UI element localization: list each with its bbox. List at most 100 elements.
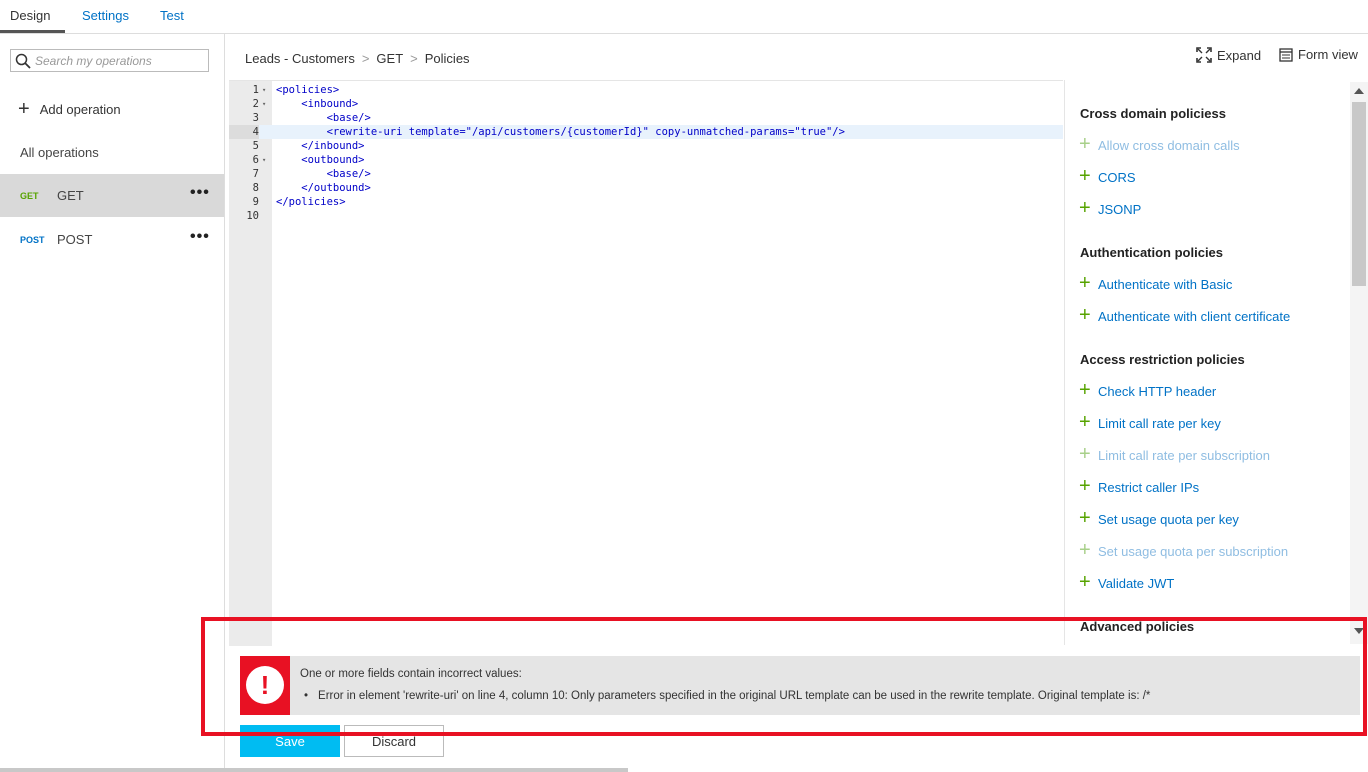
policy-panel-scrollbar[interactable] — [1350, 82, 1368, 644]
policy-restrict-caller-ips[interactable]: + Restrict caller IPs — [1079, 476, 1199, 496]
search-box — [10, 49, 209, 72]
fold-toggle-icon[interactable]: ▾ — [262, 97, 266, 111]
breadcrumb-operation[interactable]: GET — [376, 51, 403, 66]
add-operation-button[interactable]: + Add operation — [18, 99, 121, 119]
plus-icon: + — [1079, 475, 1091, 497]
operation-item-post[interactable]: POST POST ••• — [0, 218, 224, 261]
plus-icon: + — [1079, 165, 1091, 187]
tab-test[interactable]: Test — [160, 8, 184, 23]
line-number: 9 — [252, 196, 259, 208]
error-message: Error in element 'rewrite-uri' on line 4… — [304, 690, 1150, 702]
section-authentication: Authentication policies — [1080, 245, 1224, 260]
operation-name: GET — [57, 188, 84, 203]
line-number: 6 — [252, 154, 259, 166]
expand-icon — [1196, 47, 1212, 63]
policy-auth-basic[interactable]: + Authenticate with Basic — [1079, 273, 1232, 293]
more-options-icon[interactable]: ••• — [190, 229, 210, 245]
error-badge: ! — [240, 656, 290, 715]
section-access-restriction: Access restriction policies — [1080, 352, 1245, 367]
code-line[interactable]: 4 <rewrite-uri template="/api/customers/… — [229, 125, 1063, 139]
top-tabs: Design Settings Test — [0, 0, 1368, 34]
breadcrumb-api[interactable]: Leads - Customers — [245, 51, 355, 66]
code-line[interactable]: 5 </inbound> — [229, 139, 1063, 153]
policy-auth-client-cert[interactable]: + Authenticate with client certificate — [1079, 305, 1290, 325]
code-line[interactable]: 1 ▾ <policies> — [229, 83, 1063, 97]
fold-toggle-icon[interactable]: ▾ — [262, 83, 266, 97]
policy-limit-call-rate-key[interactable]: + Limit call rate per key — [1079, 412, 1221, 432]
tab-settings[interactable]: Settings — [82, 8, 129, 23]
line-number: 5 — [252, 140, 259, 152]
error-title: One or more fields contain incorrect val… — [300, 668, 522, 680]
code-line[interactable]: 9 </policies> — [229, 195, 1063, 209]
code-line[interactable]: 10 — [229, 209, 1063, 223]
policy-usage-quota-subscription: + Set usage quota per subscription — [1079, 539, 1289, 561]
code-line[interactable]: 6 ▾ <outbound> — [229, 153, 1063, 167]
editor-lines: 1 ▾ <policies> 2 ▾ <inbound> 3 <base/> 4 <rewr… — [229, 83, 1063, 223]
form-view-button[interactable]: Form view — [1279, 47, 1358, 62]
plus-icon: + — [1079, 571, 1091, 593]
plus-icon: + — [1079, 133, 1091, 155]
add-operation-label: Add operation — [39, 101, 121, 117]
code-line[interactable]: 3 <base/> — [229, 111, 1063, 125]
breadcrumb: Leads - Customers > GET > Policies — [245, 51, 470, 66]
line-number: 7 — [252, 168, 259, 180]
policy-validate-jwt[interactable]: + Validate JWT — [1079, 572, 1174, 592]
expand-button[interactable]: Expand — [1196, 47, 1261, 63]
policy-code-editor[interactable]: 1 ▾ <policies> 2 ▾ <inbound> 3 <base/> 4 <rewr… — [229, 80, 1063, 646]
plus-icon: + — [1079, 507, 1091, 529]
plus-icon: + — [1079, 379, 1091, 401]
discard-button[interactable]: Discard — [344, 725, 444, 757]
code-text: <outbound> — [276, 154, 365, 166]
code-text: <policies> — [276, 84, 340, 96]
breadcrumb-separator: > — [410, 51, 418, 66]
tab-design[interactable]: Design — [10, 8, 50, 23]
save-button[interactable]: Save — [240, 725, 340, 757]
line-number: 2 — [252, 98, 259, 110]
code-text: <base/> — [276, 168, 371, 180]
section-cross-domain: Cross domain policiess — [1080, 106, 1226, 121]
operation-item-get[interactable]: GET GET ••• — [0, 174, 224, 217]
search-icon — [15, 53, 31, 69]
form-view-label: Form view — [1298, 47, 1358, 62]
code-text: <base/> — [276, 112, 371, 124]
plus-icon: + — [1079, 539, 1091, 561]
policy-jsonp[interactable]: + JSONP — [1079, 198, 1141, 218]
code-line[interactable]: 8 </outbound> — [229, 181, 1063, 195]
validation-error-box: ! One or more fields contain incorrect v… — [240, 656, 1360, 715]
line-number: 3 — [252, 112, 259, 124]
plus-icon: + — [1079, 304, 1091, 326]
section-advanced: Advanced policies — [1080, 619, 1195, 634]
policy-allow-cross-domain: + Allow cross domain calls — [1079, 133, 1240, 155]
method-badge: POST — [20, 234, 45, 245]
policy-check-http-header[interactable]: + Check HTTP header — [1079, 380, 1216, 400]
error-icon: ! — [246, 666, 284, 704]
operation-name: POST — [57, 232, 93, 247]
plus-icon: + — [1079, 197, 1091, 219]
line-number: 4 — [229, 125, 259, 139]
plus-icon: + — [1079, 272, 1091, 294]
line-number: 1 — [252, 84, 259, 96]
code-text: </policies> — [276, 196, 346, 208]
scroll-down-icon[interactable] — [1354, 628, 1364, 634]
active-tab-indicator — [0, 30, 65, 33]
code-line[interactable]: 7 <base/> — [229, 167, 1063, 181]
scrollbar-thumb[interactable] — [1352, 102, 1366, 286]
operations-sidebar: + Add operation All operations GET GET •… — [0, 34, 225, 772]
horizontal-scrollbar[interactable] — [0, 768, 628, 772]
scroll-up-icon[interactable] — [1354, 88, 1364, 94]
line-number: 8 — [252, 182, 259, 194]
all-operations-link[interactable]: All operations — [20, 145, 99, 160]
more-options-icon[interactable]: ••• — [190, 185, 210, 201]
code-text: </outbound> — [276, 182, 371, 194]
policy-usage-quota-key[interactable]: + Set usage quota per key — [1079, 508, 1239, 528]
plus-icon: + — [1079, 411, 1091, 433]
plus-icon: + — [1079, 443, 1091, 465]
breadcrumb-separator: > — [361, 51, 370, 66]
fold-toggle-icon[interactable]: ▾ — [262, 153, 266, 167]
form-view-icon — [1279, 47, 1293, 62]
plus-icon: + — [18, 98, 30, 120]
search-input[interactable] — [35, 52, 205, 69]
code-text: <inbound> — [276, 98, 359, 110]
policy-cors[interactable]: + CORS — [1079, 166, 1136, 186]
code-line[interactable]: 2 ▾ <inbound> — [229, 97, 1063, 111]
